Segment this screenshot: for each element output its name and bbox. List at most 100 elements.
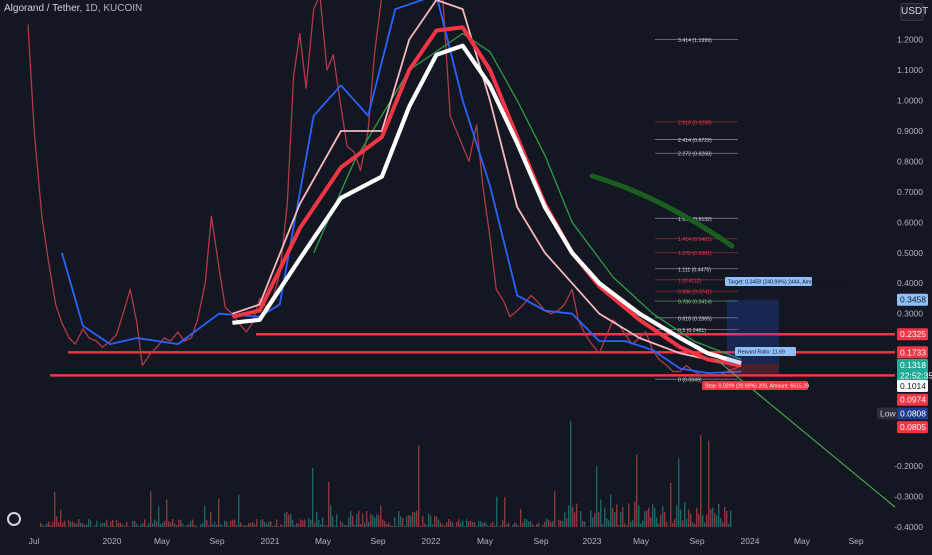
price-axis-tick[interactable]: 1.0000 — [897, 96, 923, 106]
volume-bar — [550, 522, 551, 527]
volume-bar — [124, 526, 125, 527]
volume-bar — [590, 510, 591, 527]
stop-zone[interactable] — [727, 364, 779, 374]
time-axis-tick[interactable]: 2021 — [261, 536, 280, 546]
price-chart[interactable]: 3.414 (1.1999)2.618 (0.9298)2.414 (0.872… — [0, 0, 932, 550]
fib-level-label: 0.618 (0.2865) — [678, 316, 712, 322]
volume-bar — [108, 526, 109, 527]
fib-level-label: 0 (0.0849) — [678, 378, 702, 384]
volume-bar — [460, 523, 461, 527]
volume-bar — [502, 520, 503, 527]
volume-bar — [474, 522, 475, 527]
volume-bar — [702, 515, 703, 527]
volume-bar — [390, 525, 391, 527]
price-axis-tick[interactable]: 0.5000 — [897, 248, 923, 258]
volume-bar — [244, 525, 245, 527]
volume-bar — [160, 524, 161, 527]
volume-bar — [60, 510, 61, 527]
volume-bar — [456, 522, 457, 527]
volume-bar — [140, 524, 141, 527]
time-axis-tick[interactable]: May — [315, 536, 332, 546]
volume-bar — [76, 524, 77, 527]
volume-bar — [80, 523, 81, 527]
price-axis-tick[interactable]: -0.2000 — [894, 461, 923, 471]
volume-bar — [236, 525, 237, 527]
volume-bar — [242, 526, 243, 527]
volume-bar — [284, 513, 285, 527]
volume-bar — [168, 521, 169, 527]
price-axis-tick[interactable]: 0.3000 — [897, 309, 923, 319]
volume-bar — [186, 525, 187, 527]
volume-bar — [166, 499, 167, 527]
volume-bar — [410, 516, 411, 527]
volume-bar — [674, 519, 675, 527]
price-axis-tick[interactable]: 0.7000 — [897, 187, 923, 197]
volume-bar — [654, 508, 655, 527]
time-axis-tick[interactable]: Jul — [29, 536, 40, 546]
volume-bar — [138, 526, 139, 527]
volume-bar — [500, 526, 501, 527]
volume-bar — [288, 515, 289, 527]
fib-level-label: 1.272 (0.5001) — [678, 251, 712, 257]
price-axis-tick[interactable]: 0.8000 — [897, 156, 923, 166]
volume-bar — [358, 511, 359, 527]
volume-bar — [202, 523, 203, 527]
volume-bar — [384, 521, 385, 527]
volume-bar — [304, 519, 305, 527]
time-axis-tick[interactable]: Sep — [533, 536, 548, 546]
time-axis-tick[interactable]: 2022 — [422, 536, 441, 546]
time-axis-tick[interactable]: May — [794, 536, 811, 546]
volume-bar — [648, 508, 649, 527]
time-axis-tick[interactable]: May — [477, 536, 494, 546]
volume-bar — [546, 518, 547, 527]
volume-bar — [436, 517, 437, 527]
volume-bar — [698, 514, 699, 527]
volume-bar — [330, 506, 331, 527]
low-tag: Low — [880, 408, 896, 418]
volume-bar — [492, 522, 493, 527]
volume-bar — [290, 514, 291, 527]
time-axis-tick[interactable]: Sep — [689, 536, 704, 546]
time-axis-tick[interactable]: May — [633, 536, 650, 546]
volume-bar — [302, 520, 303, 527]
volume-bar — [640, 523, 641, 527]
volume-bar — [714, 513, 715, 527]
volume-bar — [336, 514, 337, 527]
volume-bar — [254, 524, 255, 527]
volume-bar — [730, 511, 731, 527]
volume-bar — [386, 524, 387, 527]
price-axis-tick[interactable]: 0.4000 — [897, 278, 923, 288]
currency-unit-button[interactable]: USDT — [900, 3, 924, 21]
time-axis-tick[interactable]: Sep — [848, 536, 863, 546]
volume-bar — [48, 521, 49, 527]
price-axis-tick[interactable]: 0.6000 — [897, 217, 923, 227]
volume-bar — [514, 522, 515, 527]
volume-bar — [184, 526, 185, 527]
volume-bar — [712, 508, 713, 527]
volume-bar — [74, 523, 75, 527]
price-axis-tick[interactable]: 1.2000 — [897, 35, 923, 45]
price-axis-tick[interactable]: -0.3000 — [894, 491, 923, 501]
chart-area[interactable]: 3.414 (1.1999)2.618 (0.9298)2.414 (0.872… — [0, 0, 932, 550]
volume-bar — [614, 512, 615, 527]
volume-bar — [206, 520, 207, 527]
symbol-header[interactable]: Algorand / Tether, 1D, KUCOIN — [4, 3, 142, 14]
time-axis-tick[interactable]: 2023 — [583, 536, 602, 546]
price-axis-tick[interactable]: -0.4000 — [894, 522, 923, 532]
price-axis-tick[interactable]: 0.9000 — [897, 126, 923, 136]
volume-bar — [470, 521, 471, 527]
volume-bar — [374, 518, 375, 527]
volume-bar — [352, 516, 353, 527]
volume-bar — [136, 524, 137, 527]
time-axis-tick[interactable]: 2020 — [103, 536, 122, 546]
volume-bar — [688, 509, 689, 527]
price-axis-tick[interactable]: 1.1000 — [897, 65, 923, 75]
price-label: 22:52:35 — [900, 370, 932, 380]
time-axis-tick[interactable]: 2024 — [741, 536, 760, 546]
volume-bar — [260, 520, 261, 527]
time-axis-tick[interactable]: Sep — [370, 536, 385, 546]
volume-bar — [566, 518, 567, 527]
time-axis-tick[interactable]: May — [154, 536, 171, 546]
volume-bar — [322, 517, 323, 527]
time-axis-tick[interactable]: Sep — [209, 536, 224, 546]
